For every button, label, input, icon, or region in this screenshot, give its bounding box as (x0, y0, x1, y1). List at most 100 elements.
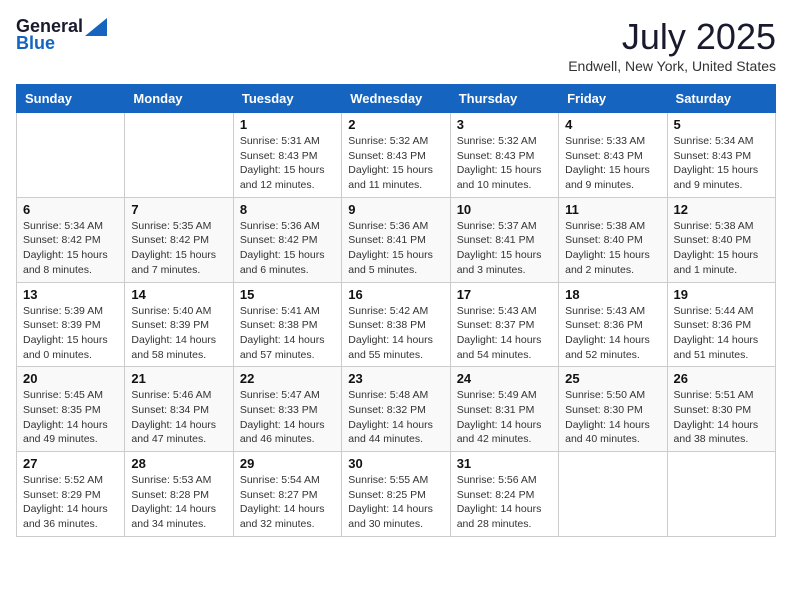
day-info: Sunrise: 5:45 AM Sunset: 8:35 PM Dayligh… (23, 388, 118, 447)
calendar-cell (667, 452, 775, 537)
day-info: Sunrise: 5:38 AM Sunset: 8:40 PM Dayligh… (674, 219, 769, 278)
day-info: Sunrise: 5:33 AM Sunset: 8:43 PM Dayligh… (565, 134, 660, 193)
calendar-cell: 12 Sunrise: 5:38 AM Sunset: 8:40 PM Dayli… (667, 197, 775, 282)
calendar-cell (17, 113, 125, 198)
day-info: Sunrise: 5:49 AM Sunset: 8:31 PM Dayligh… (457, 388, 552, 447)
calendar-cell: 27 Sunrise: 5:52 AM Sunset: 8:29 PM Dayli… (17, 452, 125, 537)
day-info: Sunrise: 5:44 AM Sunset: 8:36 PM Dayligh… (674, 304, 769, 363)
day-number: 14 (131, 287, 226, 302)
calendar-header-thursday: Thursday (450, 85, 558, 113)
calendar-cell: 3Sunrise: 5:32 AM Sunset: 8:43 PM Daylig… (450, 113, 558, 198)
calendar-week-row: 1 Sunrise: 5:31 AM Sunset: 8:43 PM Daylig… (17, 113, 776, 198)
calendar-cell: 22 Sunrise: 5:47 AM Sunset: 8:33 PM Dayli… (233, 367, 341, 452)
day-info: Sunrise: 5:50 AM Sunset: 8:30 PM Dayligh… (565, 388, 660, 447)
day-number: 30 (348, 456, 443, 471)
calendar-cell: 13Sunrise: 5:39 AM Sunset: 8:39 PM Dayli… (17, 282, 125, 367)
day-number: 10 (457, 202, 552, 217)
day-info: Sunrise: 5:53 AM Sunset: 8:28 PM Dayligh… (131, 473, 226, 532)
day-number: 16 (348, 287, 443, 302)
calendar-cell: 7Sunrise: 5:35 AM Sunset: 8:42 PM Daylig… (125, 197, 233, 282)
day-info: Sunrise: 5:46 AM Sunset: 8:34 PM Dayligh… (131, 388, 226, 447)
calendar-cell: 15 Sunrise: 5:41 AM Sunset: 8:38 PM Dayli… (233, 282, 341, 367)
calendar-header-row: SundayMondayTuesdayWednesdayThursdayFrid… (17, 85, 776, 113)
day-info: Sunrise: 5:34 AM Sunset: 8:43 PM Dayligh… (674, 134, 769, 193)
calendar-cell: 25 Sunrise: 5:50 AM Sunset: 8:30 PM Dayli… (559, 367, 667, 452)
day-info: Sunrise: 5:55 AM Sunset: 8:25 PM Dayligh… (348, 473, 443, 532)
day-number: 29 (240, 456, 335, 471)
calendar-table: SundayMondayTuesdayWednesdayThursdayFrid… (16, 84, 776, 537)
day-info: Sunrise: 5:40 AM Sunset: 8:39 PM Dayligh… (131, 304, 226, 363)
calendar-cell: 26 Sunrise: 5:51 AM Sunset: 8:30 PM Dayli… (667, 367, 775, 452)
day-info: Sunrise: 5:37 AM Sunset: 8:41 PM Dayligh… (457, 219, 552, 278)
day-info: Sunrise: 5:35 AM Sunset: 8:42 PM Dayligh… (131, 219, 226, 278)
day-number: 27 (23, 456, 118, 471)
calendar-cell: 16 Sunrise: 5:42 AM Sunset: 8:38 PM Dayli… (342, 282, 450, 367)
calendar-cell: 28 Sunrise: 5:53 AM Sunset: 8:28 PM Dayli… (125, 452, 233, 537)
calendar-cell: 4 Sunrise: 5:33 AM Sunset: 8:43 PM Daylig… (559, 113, 667, 198)
calendar-cell: 10 Sunrise: 5:37 AM Sunset: 8:41 PM Dayli… (450, 197, 558, 282)
day-number: 6 (23, 202, 118, 217)
day-info: Sunrise: 5:56 AM Sunset: 8:24 PM Dayligh… (457, 473, 552, 532)
calendar-week-row: 20Sunrise: 5:45 AM Sunset: 8:35 PM Dayli… (17, 367, 776, 452)
day-number: 11 (565, 202, 660, 217)
day-info: Sunrise: 5:43 AM Sunset: 8:36 PM Dayligh… (565, 304, 660, 363)
calendar-week-row: 6 Sunrise: 5:34 AM Sunset: 8:42 PM Daylig… (17, 197, 776, 282)
day-info: Sunrise: 5:42 AM Sunset: 8:38 PM Dayligh… (348, 304, 443, 363)
day-info: Sunrise: 5:38 AM Sunset: 8:40 PM Dayligh… (565, 219, 660, 278)
calendar-header-tuesday: Tuesday (233, 85, 341, 113)
page-header: General Blue July 2025 Endwell, New York… (16, 16, 776, 74)
day-number: 24 (457, 371, 552, 386)
calendar-cell: 9 Sunrise: 5:36 AM Sunset: 8:41 PM Daylig… (342, 197, 450, 282)
day-info: Sunrise: 5:31 AM Sunset: 8:43 PM Dayligh… (240, 134, 335, 193)
calendar-cell (559, 452, 667, 537)
logo-blue-text: Blue (16, 33, 55, 54)
calendar-cell: 6 Sunrise: 5:34 AM Sunset: 8:42 PM Daylig… (17, 197, 125, 282)
day-info: Sunrise: 5:54 AM Sunset: 8:27 PM Dayligh… (240, 473, 335, 532)
day-number: 25 (565, 371, 660, 386)
calendar-cell: 31 Sunrise: 5:56 AM Sunset: 8:24 PM Dayli… (450, 452, 558, 537)
day-info: Sunrise: 5:34 AM Sunset: 8:42 PM Dayligh… (23, 219, 118, 278)
logo-icon (85, 18, 107, 36)
day-info: Sunrise: 5:39 AM Sunset: 8:39 PM Dayligh… (23, 304, 118, 363)
day-number: 9 (348, 202, 443, 217)
day-info: Sunrise: 5:47 AM Sunset: 8:33 PM Dayligh… (240, 388, 335, 447)
month-title: July 2025 (568, 16, 776, 58)
day-number: 18 (565, 287, 660, 302)
logo: General Blue (16, 16, 107, 54)
calendar-cell: 11 Sunrise: 5:38 AM Sunset: 8:40 PM Dayli… (559, 197, 667, 282)
calendar-cell: 2 Sunrise: 5:32 AM Sunset: 8:43 PM Daylig… (342, 113, 450, 198)
day-number: 12 (674, 202, 769, 217)
calendar-cell: 1 Sunrise: 5:31 AM Sunset: 8:43 PM Daylig… (233, 113, 341, 198)
day-number: 2 (348, 117, 443, 132)
day-number: 1 (240, 117, 335, 132)
day-number: 31 (457, 456, 552, 471)
calendar-cell: 21 Sunrise: 5:46 AM Sunset: 8:34 PM Dayli… (125, 367, 233, 452)
day-number: 4 (565, 117, 660, 132)
calendar-cell: 29 Sunrise: 5:54 AM Sunset: 8:27 PM Dayli… (233, 452, 341, 537)
day-number: 23 (348, 371, 443, 386)
day-info: Sunrise: 5:36 AM Sunset: 8:42 PM Dayligh… (240, 219, 335, 278)
day-number: 17 (457, 287, 552, 302)
calendar-cell: 24 Sunrise: 5:49 AM Sunset: 8:31 PM Dayli… (450, 367, 558, 452)
day-info: Sunrise: 5:41 AM Sunset: 8:38 PM Dayligh… (240, 304, 335, 363)
calendar-cell: 19 Sunrise: 5:44 AM Sunset: 8:36 PM Dayli… (667, 282, 775, 367)
calendar-week-row: 27 Sunrise: 5:52 AM Sunset: 8:29 PM Dayli… (17, 452, 776, 537)
location-text: Endwell, New York, United States (568, 58, 776, 74)
calendar-cell (125, 113, 233, 198)
day-number: 15 (240, 287, 335, 302)
calendar-cell: 5 Sunrise: 5:34 AM Sunset: 8:43 PM Daylig… (667, 113, 775, 198)
day-info: Sunrise: 5:36 AM Sunset: 8:41 PM Dayligh… (348, 219, 443, 278)
calendar-header-monday: Monday (125, 85, 233, 113)
day-number: 28 (131, 456, 226, 471)
day-info: Sunrise: 5:43 AM Sunset: 8:37 PM Dayligh… (457, 304, 552, 363)
day-info: Sunrise: 5:32 AM Sunset: 8:43 PM Dayligh… (348, 134, 443, 193)
day-number: 8 (240, 202, 335, 217)
day-number: 19 (674, 287, 769, 302)
day-number: 22 (240, 371, 335, 386)
day-number: 5 (674, 117, 769, 132)
day-info: Sunrise: 5:51 AM Sunset: 8:30 PM Dayligh… (674, 388, 769, 447)
day-number: 26 (674, 371, 769, 386)
day-number: 21 (131, 371, 226, 386)
calendar-header-saturday: Saturday (667, 85, 775, 113)
day-info: Sunrise: 5:52 AM Sunset: 8:29 PM Dayligh… (23, 473, 118, 532)
